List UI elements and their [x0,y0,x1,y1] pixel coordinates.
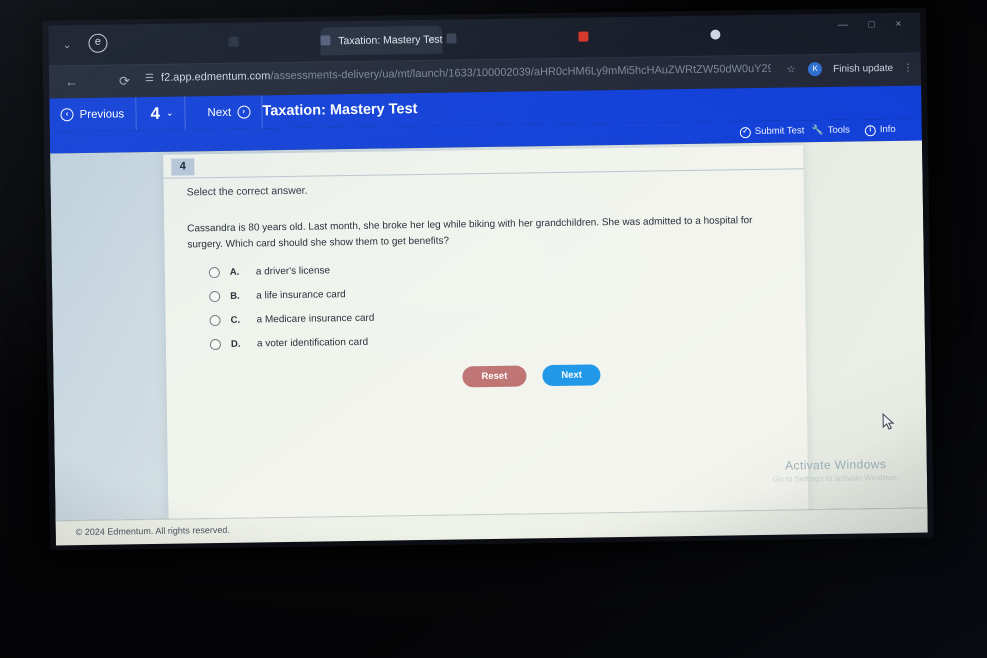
browser-tab[interactable] [228,27,318,56]
question-number-badge: 4 [171,158,195,176]
option-letter: A. [229,266,240,278]
tab-search-chevron-icon[interactable]: ⌄ [62,38,71,51]
profile-avatar[interactable]: K [808,62,823,77]
monitor-bezel: ⌄ e Taxation: Mastery Test × — □ × ← ⟳ ☰… [42,7,934,551]
card-divider [163,168,804,179]
question-action-buttons: Reset Next [462,364,602,388]
question-prompt: Select the correct answer. [186,184,308,199]
reset-button[interactable]: Reset [462,365,527,388]
question-card: 4 Select the correct answer. Cassandra i… [163,145,809,519]
browser-tab[interactable] [446,24,576,54]
finish-update-button[interactable]: Finish update [833,63,893,75]
option-letter: C. [230,314,241,326]
radio-button-b[interactable] [209,290,221,302]
assessment-page-body: 4 Select the correct answer. Cassandra i… [50,140,928,521]
clock-time: 2:13 PM [854,543,897,545]
answer-option-b[interactable]: B. a life insurance card [209,282,374,308]
url-host: f2.app.edmentum.com [160,70,271,84]
submit-test-label: Submit Test [754,125,805,138]
site-info-icon[interactable]: ☰ [145,73,154,84]
radio-button-c[interactable] [209,314,221,326]
mouse-cursor [882,413,895,430]
tab-favicon [578,31,589,42]
url-input[interactable]: f2.app.edmentum.com/assessments-delivery… [161,63,771,90]
system-tray: ∧ ☁ ◐ ♫× ▮ 2:13 PM 12/12/2024 🔔 [776,543,916,545]
option-text: a driver's license [255,264,331,277]
radio-button-a[interactable] [208,266,220,278]
tab-favicon-google [710,29,721,40]
window-controls[interactable]: — □ × [838,19,911,31]
taskbar-clock[interactable]: 2:13 PM 12/12/2024 [854,543,897,545]
question-number-dropdown[interactable]: 4 ⌄ [139,96,186,131]
option-letter: D. [230,338,241,350]
edge-copilot-icon[interactable]: e [88,33,108,53]
info-button[interactable]: i Info [864,119,896,141]
option-text: a life insurance card [256,288,346,301]
radio-button-d[interactable] [209,338,222,350]
browser-tab[interactable] [578,22,708,52]
copyright-text: © 2024 Edmentum. All rights reserved. [75,524,230,538]
tab-close-icon[interactable]: × [429,26,436,54]
question-stem: Cassandra is 80 years old. Last month, s… [187,215,753,251]
tab-favicon [228,36,239,47]
tab-favicon [446,33,457,44]
option-text: a voter identification card [256,336,369,349]
previous-label: Previous [79,107,125,121]
reload-icon[interactable]: ⟳ [119,73,130,89]
next-question-button[interactable]: Next [542,364,602,387]
tab-label: Taxation: Mastery Test [338,33,443,48]
answer-option-a[interactable]: A. a driver's license [208,258,374,284]
option-text: a Medicare insurance card [256,312,375,325]
answer-option-d[interactable]: D. a voter identification card [209,330,375,356]
submit-test-button[interactable]: ✓ Submit Test [739,120,805,143]
browser-tab-active[interactable]: Taxation: Mastery Test × [320,25,443,56]
photo-of-monitor: ⌄ e Taxation: Mastery Test × — □ × ← ⟳ ☰… [0,0,987,658]
browser-menu-icon[interactable]: ⋮ [903,63,913,74]
address-bar-actions: ☆ K Finish update ⋮ [786,61,913,77]
chevron-down-icon: ⌄ [165,107,174,118]
check-circle-icon: ✓ [739,126,751,138]
screen: ⌄ e Taxation: Mastery Test × — □ × ← ⟳ ☰… [48,12,928,546]
next-arrow-icon: › [237,105,251,119]
answer-options-group: A. a driver's license B. a life insuranc… [208,258,375,356]
page-title: Taxation: Mastery Test [262,101,418,120]
option-letter: B. [230,290,240,302]
wrench-icon: 🔧 [811,125,824,137]
tools-label: Tools [827,124,850,136]
answer-option-c[interactable]: C. a Medicare insurance card [209,306,374,332]
url-path: /assessments-delivery/ua/mt/launch/1633/… [270,62,772,83]
current-question-number: 4 [150,103,161,123]
bookmark-star-icon[interactable]: ☆ [786,64,795,75]
next-button[interactable]: Next › [196,95,263,130]
info-circle-icon: i [864,124,876,136]
previous-button[interactable]: ‹ Previous [49,97,137,132]
back-icon[interactable]: ← [65,74,78,89]
next-label: Next [207,106,232,119]
info-label: Info [879,123,896,136]
previous-arrow-icon: ‹ [60,108,74,122]
tools-button[interactable]: 🔧 Tools [812,120,850,143]
tab-favicon [320,35,331,46]
